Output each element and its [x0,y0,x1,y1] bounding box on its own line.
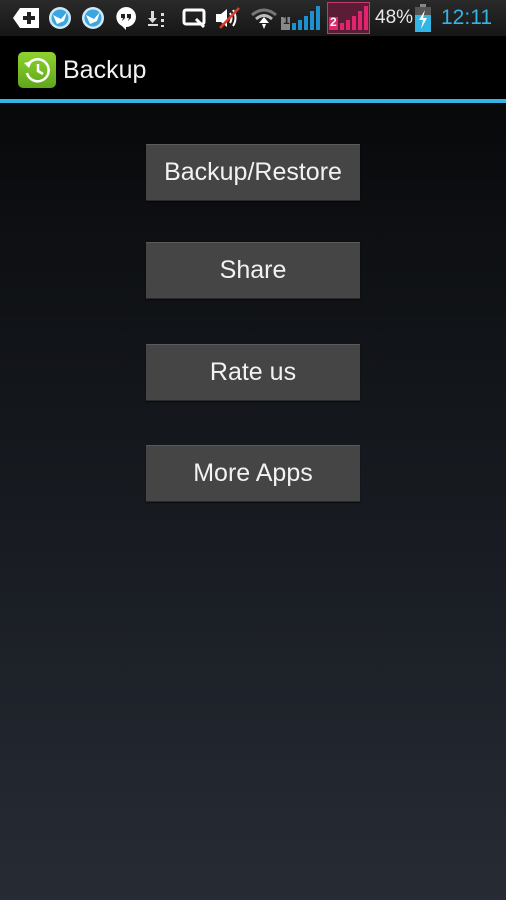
app-title: Backup [63,56,147,84]
rate-us-button[interactable]: Rate us [146,344,360,401]
status-bar: 1 2 48% 12:11 [0,0,506,36]
battery-percent: 48% [375,7,414,28]
sim2-label: 2 [330,15,337,29]
volume-muted-icon [214,5,242,31]
hangouts-icon [114,5,138,31]
screenshot-icon [182,5,208,31]
share-button[interactable]: Share [146,242,360,299]
clock: 12:11 [441,6,492,29]
backup-clock-icon[interactable] [18,52,56,88]
more-apps-button[interactable]: More Apps [146,445,360,502]
sim1-label: 1 [283,13,290,27]
wifi-icon [250,5,278,31]
backup-restore-button[interactable]: Backup/Restore [146,144,360,201]
bird-app-icon-2 [80,5,106,31]
action-bar-divider [0,99,506,103]
bird-app-icon [47,5,73,31]
battery-charging-icon [414,4,432,32]
download-icon [148,5,172,31]
add-notification-icon [12,5,40,31]
